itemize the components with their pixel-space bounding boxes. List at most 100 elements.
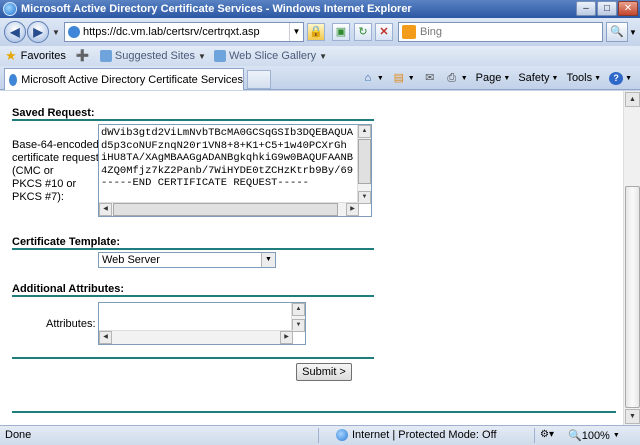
scroll-down-icon[interactable]: ▼ bbox=[292, 319, 305, 332]
minimize-button[interactable]: – bbox=[576, 1, 596, 16]
compatibility-view-icon[interactable]: ▣ bbox=[332, 23, 350, 41]
print-button[interactable]: ⎙ ▼ bbox=[443, 70, 470, 86]
favorite-item-label: Suggested Sites bbox=[114, 50, 196, 62]
status-separator bbox=[318, 428, 319, 443]
page-content: Saved Request: Base-64-encoded certifica… bbox=[0, 91, 623, 425]
chevron-down-icon[interactable]: ▼ bbox=[261, 253, 275, 267]
submit-button[interactable]: Submit > bbox=[296, 363, 352, 381]
command-bar: ⌂ ▼ ▤ ▼ ✉ ⎙ ▼ Page ▼ Safety ▼ Tools ▼ ? ▼ bbox=[359, 70, 634, 86]
page-icon bbox=[68, 26, 80, 38]
globe-icon bbox=[336, 429, 348, 441]
chevron-down-icon: ▼ bbox=[594, 74, 602, 82]
textarea-vertical-scrollbar[interactable]: ▲ ▼ bbox=[357, 125, 371, 204]
chevron-down-icon[interactable]: ▼ bbox=[319, 52, 327, 61]
bing-logo-icon bbox=[402, 25, 416, 39]
page-vertical-scrollbar[interactable]: ▲ ▼ bbox=[623, 91, 640, 425]
scroll-up-icon[interactable]: ▲ bbox=[292, 303, 305, 316]
scroll-down-icon[interactable]: ▼ bbox=[625, 409, 640, 424]
lock-icon[interactable]: 🔒 bbox=[307, 23, 325, 41]
scroll-left-icon[interactable]: ◀ bbox=[99, 203, 112, 216]
zoom-level: 100% bbox=[581, 429, 610, 442]
page-menu[interactable]: Page ▼ bbox=[474, 70, 513, 86]
search-input[interactable]: Bing bbox=[420, 26, 442, 38]
scroll-thumb[interactable] bbox=[358, 139, 371, 184]
textarea-horizontal-scrollbar[interactable]: ◀ ▶ bbox=[99, 330, 293, 344]
address-bar[interactable]: https://dc.vm.lab/certsrv/certrqxt.asp ▼ bbox=[64, 22, 304, 42]
security-zone[interactable]: Internet | Protected Mode: Off bbox=[336, 429, 497, 441]
tab-title: Microsoft Active Directory Certificate S… bbox=[21, 73, 243, 86]
certificate-request-text[interactable]: dWVib3gtd2ViLmNvbTBcMA0GCSqGSIb3DQEBAQUA… bbox=[101, 127, 353, 190]
chevron-down-icon[interactable]: ▼ bbox=[198, 52, 206, 61]
help-icon: ? bbox=[609, 71, 624, 85]
recent-pages-dropdown[interactable]: ▼ bbox=[52, 28, 60, 37]
chevron-down-icon[interactable]: ▼ bbox=[408, 75, 415, 82]
favorites-bar: ★ Favorites ➕ Suggested Sites ▼ Web Slic… bbox=[0, 46, 640, 66]
certificate-template-heading: Certificate Template: bbox=[12, 236, 120, 248]
stop-icon[interactable]: ✕ bbox=[375, 23, 393, 41]
saved-request-label: Base-64-encoded certificate request (CMC… bbox=[12, 139, 99, 203]
web-slice-icon bbox=[213, 50, 226, 62]
search-options-dropdown[interactable]: ▼ bbox=[629, 28, 637, 37]
additional-attributes-heading: Additional Attributes: bbox=[12, 283, 125, 295]
help-button[interactable]: ? ▼ bbox=[607, 70, 634, 86]
forward-button[interactable]: ▶ bbox=[27, 21, 49, 43]
suggested-sites-icon bbox=[99, 50, 112, 62]
rss-feed-icon: ▤ bbox=[393, 71, 404, 84]
chevron-down-icon[interactable]: ▼ bbox=[625, 75, 632, 82]
textarea-vertical-scrollbar[interactable]: ▲ ▼ bbox=[291, 303, 305, 332]
address-input[interactable]: https://dc.vm.lab/certsrv/certrqxt.asp bbox=[83, 26, 289, 38]
favorites-star-icon[interactable]: ★ bbox=[5, 48, 17, 64]
read-mail-button[interactable]: ✉ bbox=[421, 70, 439, 86]
search-box[interactable]: Bing bbox=[398, 22, 603, 42]
add-to-favorites-icon[interactable]: ➕ bbox=[76, 49, 92, 63]
search-icon[interactable]: 🔍 bbox=[606, 22, 628, 42]
section-divider bbox=[12, 119, 374, 121]
back-button[interactable]: ◀ bbox=[4, 21, 26, 43]
close-button[interactable]: ✕ bbox=[618, 1, 638, 16]
scroll-up-icon[interactable]: ▲ bbox=[625, 92, 640, 107]
favorite-item-suggested-sites[interactable]: Suggested Sites ▼ bbox=[99, 50, 206, 62]
home-button[interactable]: ⌂ ▼ bbox=[359, 70, 386, 86]
attributes-label: Attributes: bbox=[46, 318, 96, 330]
chevron-down-icon: ▼ bbox=[503, 74, 511, 82]
refresh-icon[interactable]: ↻ bbox=[354, 23, 372, 41]
scroll-up-icon[interactable]: ▲ bbox=[358, 125, 371, 138]
window-title: Microsoft Active Directory Certificate S… bbox=[21, 3, 412, 15]
new-tab-button[interactable] bbox=[247, 70, 271, 89]
saved-request-heading: Saved Request: bbox=[12, 107, 95, 119]
maximize-button[interactable]: □ bbox=[597, 1, 617, 16]
textarea-horizontal-scrollbar[interactable]: ◀ ▶ bbox=[99, 202, 359, 216]
tab-current[interactable]: Microsoft Active Directory Certificate S… bbox=[4, 68, 244, 90]
section-divider bbox=[12, 248, 374, 250]
scroll-thumb[interactable] bbox=[625, 186, 640, 408]
home-icon: ⌂ bbox=[364, 71, 372, 84]
favorites-button[interactable]: Favorites bbox=[21, 50, 66, 62]
title-bar: Microsoft Active Directory Certificate S… bbox=[0, 0, 640, 18]
address-dropdown[interactable]: ▼ bbox=[289, 23, 303, 41]
favorite-item-label: Web Slice Gallery bbox=[228, 50, 317, 62]
window-controls: – □ ✕ bbox=[576, 1, 638, 16]
safety-menu[interactable]: Safety ▼ bbox=[516, 70, 560, 86]
zoom-control[interactable]: 🔍 100% ▼ bbox=[568, 429, 620, 443]
scroll-down-icon[interactable]: ▼ bbox=[358, 191, 371, 204]
certificate-request-textarea[interactable]: dWVib3gtd2ViLmNvbTBcMA0GCSqGSIb3DQEBAQUA… bbox=[98, 124, 372, 217]
chevron-down-icon[interactable]: ▼ bbox=[377, 75, 384, 82]
page-menu-label: Page bbox=[475, 72, 502, 84]
feeds-button[interactable]: ▤ ▼ bbox=[390, 70, 417, 86]
favorite-item-web-slice-gallery[interactable]: Web Slice Gallery ▼ bbox=[213, 50, 327, 62]
scroll-right-icon[interactable]: ▶ bbox=[280, 331, 293, 344]
scroll-right-icon[interactable]: ▶ bbox=[346, 203, 359, 216]
chevron-down-icon[interactable]: ▼ bbox=[461, 75, 468, 82]
scroll-left-icon[interactable]: ◀ bbox=[99, 331, 112, 344]
tools-menu[interactable]: Tools ▼ bbox=[564, 70, 603, 86]
printer-icon: ⎙ bbox=[447, 71, 457, 84]
safety-menu-label: Safety bbox=[518, 72, 550, 84]
tools-menu-label: Tools bbox=[566, 72, 593, 84]
scroll-thumb[interactable] bbox=[113, 203, 338, 216]
status-bar: Done Internet | Protected Mode: Off ⚙▾ 🔍… bbox=[0, 425, 640, 445]
certificate-template-select[interactable]: Web Server ▼ bbox=[98, 252, 276, 268]
attributes-textarea[interactable]: ▲ ▼ ◀ ▶ bbox=[98, 302, 306, 345]
chevron-down-icon[interactable]: ▼ bbox=[613, 432, 620, 439]
protected-mode-icon[interactable]: ⚙▾ bbox=[540, 429, 554, 440]
mail-icon: ✉ bbox=[425, 71, 435, 84]
